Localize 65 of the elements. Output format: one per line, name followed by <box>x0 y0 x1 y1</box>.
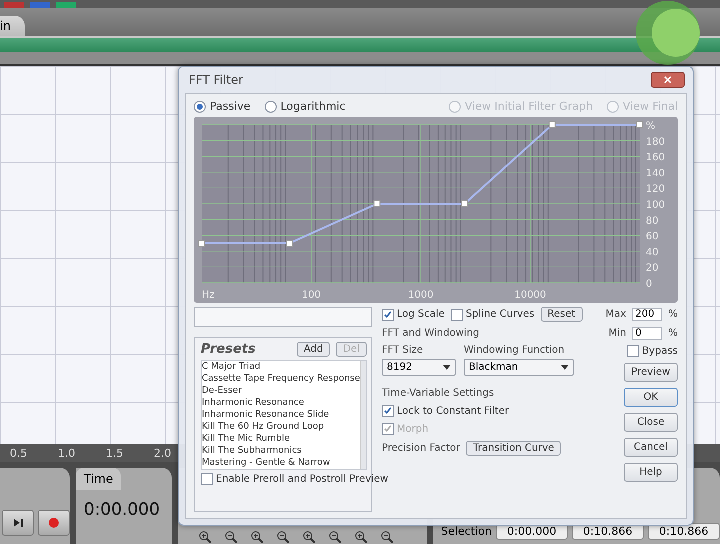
y-tick-label: 120 <box>646 184 666 196</box>
preset-item[interactable]: Inharmonic Resonance Slide <box>202 409 360 421</box>
checkbox-label: Lock to Constant Filter <box>397 406 510 416</box>
y-tick-label: 180 <box>646 136 666 148</box>
x-tick-label: 10000 <box>514 290 546 301</box>
ruler-label: 1.0 <box>58 446 76 460</box>
x-tick-label: 100 <box>302 290 322 301</box>
checkbox-label: Morph <box>397 424 429 434</box>
y-tick-label: 20 <box>646 263 659 274</box>
preset-item[interactable]: Inharmonic Resonance <box>202 397 360 409</box>
y-tick-label: 160 <box>646 152 666 164</box>
y-tick-label: 80 <box>646 216 659 227</box>
y-tick-label: 60 <box>646 232 659 243</box>
y-tick-label: 100 <box>646 200 666 211</box>
dialog-button[interactable]: Close <box>624 413 678 432</box>
y-tick-label: % <box>646 121 656 132</box>
presets-title: Presets <box>201 342 257 357</box>
min-field[interactable]: 0 <box>632 327 662 340</box>
dialog-button[interactable]: Help <box>624 463 678 482</box>
reset-button[interactable]: Reset <box>540 307 583 322</box>
selection-label: Selection <box>441 525 492 538</box>
time-display: 0:00.000 <box>83 499 162 520</box>
ruler-label: 0.5 <box>10 446 28 460</box>
radio-label: View Final <box>623 100 678 113</box>
dialog-title: FFT Filter <box>189 73 244 87</box>
windowing-dropdown[interactable]: Blackman <box>464 359 574 376</box>
radio-label: Passive <box>210 100 251 113</box>
dialog-button[interactable]: Preview <box>624 363 678 382</box>
panel-tab[interactable]: Time <box>76 468 122 490</box>
unit-label: % <box>668 328 678 339</box>
add-button[interactable]: Add <box>296 342 330 357</box>
x-tick-label: 1000 <box>408 290 434 301</box>
radio-label: View Initial Filter Graph <box>465 100 594 113</box>
transition-curve-button[interactable]: Transition Curve <box>466 441 562 456</box>
section-heading: FFT and Windowing <box>382 328 480 339</box>
preset-item[interactable]: Kill The Subharmonics <box>202 445 360 457</box>
y-tick-label: 40 <box>646 247 659 258</box>
section-heading: Time-Variable Settings <box>382 388 496 399</box>
preset-item[interactable]: Kill The Mic Rumble <box>202 433 360 445</box>
dialog-button[interactable]: Cancel <box>624 438 678 457</box>
checkbox-label: Spline Curves <box>466 309 535 320</box>
y-tick-label: 140 <box>646 168 666 180</box>
checkbox-label: Bypass <box>642 346 678 356</box>
preset-item[interactable]: Mastering - Gentle & Narrow <box>202 457 360 469</box>
preset-item[interactable]: Cassette Tape Frequency Response <box>202 373 360 385</box>
checkbox-label: Log Scale <box>397 309 445 320</box>
dialog-button[interactable]: OK <box>624 388 678 407</box>
max-label: Max <box>606 309 626 320</box>
preset-item[interactable]: Kill The 60 Hz Ground Loop <box>202 421 360 433</box>
x-axis-label: Hz <box>202 290 215 301</box>
preset-item[interactable]: De-Esser <box>202 385 360 397</box>
precision-label: Precision Factor <box>382 443 460 454</box>
max-field[interactable]: 200 <box>632 308 662 321</box>
fft-size-label: FFT Size <box>382 345 424 356</box>
y-tick-label: 0 <box>646 279 652 290</box>
min-label: Min <box>608 328 626 339</box>
windowing-label: Windowing Function <box>464 345 566 356</box>
fft-size-dropdown[interactable]: 8192 <box>382 359 456 376</box>
editor-tab[interactable]: in <box>0 16 25 36</box>
ruler-label: 1.5 <box>106 446 124 460</box>
ruler-label: 2.0 <box>154 446 172 460</box>
preset-item[interactable]: C Major Triad <box>202 361 360 373</box>
checkbox-label: Enable Preroll and Postroll Preview <box>216 474 388 484</box>
radio-label: Logarithmic <box>280 100 346 113</box>
unit-label: % <box>668 309 678 320</box>
